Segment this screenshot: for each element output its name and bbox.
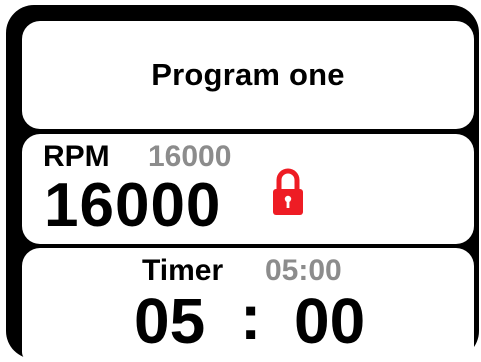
timer-label: Timer <box>142 254 224 287</box>
program-panel[interactable]: Program one <box>22 21 474 129</box>
timer-seconds: 00 <box>294 285 366 357</box>
timer-separator: : <box>240 281 262 353</box>
rpm-label: RPM <box>43 140 110 173</box>
device-frame: Program one RPM 16000 16000 Timer 05:00 … <box>6 5 479 362</box>
timer-panel[interactable]: Timer 05:00 05 : 00 <box>22 248 474 362</box>
timer-setpoint: 05:00 <box>265 254 342 287</box>
rpm-value: 16000 <box>44 171 222 240</box>
rpm-setpoint: 16000 <box>148 140 232 173</box>
lock-icon[interactable] <box>271 160 305 220</box>
timer-minutes: 05 <box>134 285 206 357</box>
program-title: Program one <box>151 57 345 92</box>
rpm-panel[interactable]: RPM 16000 16000 <box>22 134 474 244</box>
